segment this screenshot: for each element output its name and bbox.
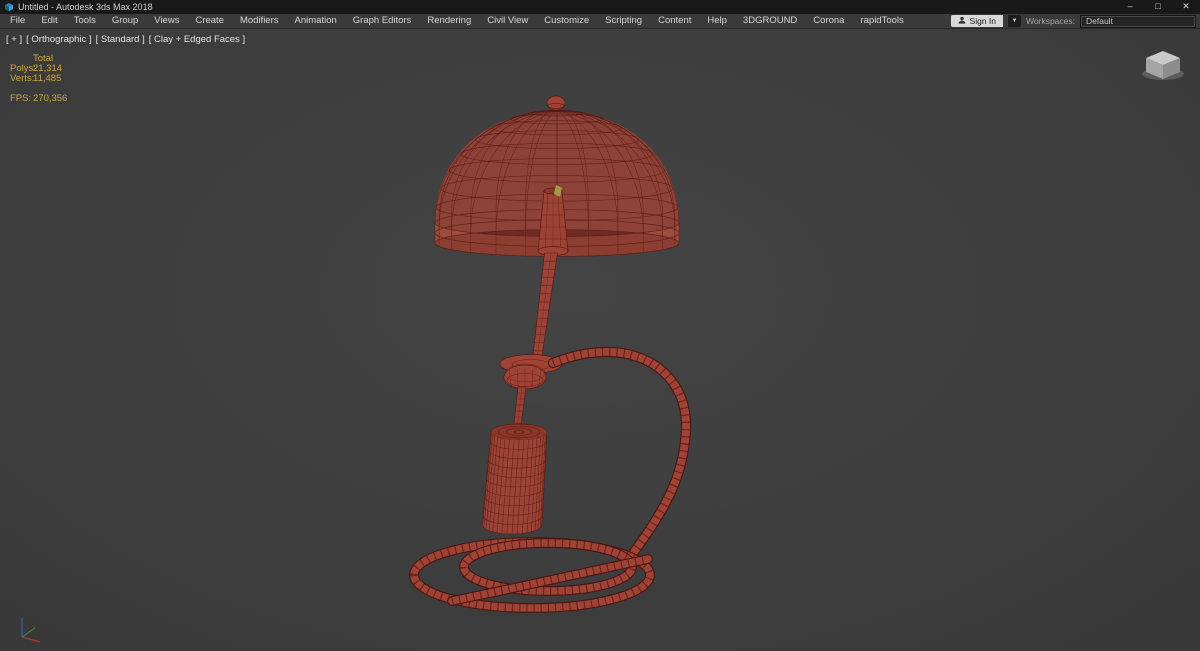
stats-verts-value: 11,485 [33, 73, 62, 84]
viewcube-icon[interactable] [1142, 51, 1184, 80]
workspace-dropdown[interactable]: Default [1080, 14, 1196, 28]
workspaces-label: Workspaces: [1026, 16, 1075, 26]
menu-item-rendering[interactable]: Rendering [419, 14, 479, 28]
stats-fps-label: FPS: [10, 93, 32, 104]
stats-verts-label: Verts: [10, 73, 35, 84]
viewport[interactable]: [ + ] [ Orthographic ] [ Standard ] [ Cl… [0, 29, 1200, 651]
menu-item-modifiers[interactable]: Modifiers [232, 14, 287, 28]
viewport-menu-plus[interactable]: [ + ] [6, 34, 22, 45]
menu-item-edit[interactable]: Edit [33, 14, 65, 28]
3dsmax-window: Untitled - Autodesk 3ds Max 2018 – □ ✕ F… [0, 0, 1200, 651]
minimize-button[interactable]: – [1116, 0, 1144, 14]
title-bar: Untitled - Autodesk 3ds Max 2018 – □ ✕ [0, 0, 1200, 14]
statistics-overlay: Total Polys: 21,314 Verts: 11,485 FPS: 270,… [10, 54, 67, 104]
menu-items: File Edit Tools Group Views Create Modifiers An… [2, 14, 912, 28]
menubar-right: Sign In ▼ Workspaces: Default [950, 14, 1200, 28]
viewport-label: [ + ] [ Orthographic ] [ Standard ] [ Cl… [6, 34, 245, 45]
menu-item-civil-view[interactable]: Civil View [479, 14, 536, 28]
window-title: Untitled - Autodesk 3ds Max 2018 [18, 2, 153, 12]
stats-fps-value: 270,356 [33, 93, 68, 104]
menu-item-file[interactable]: File [2, 14, 33, 28]
person-icon [958, 16, 966, 26]
app-icon [4, 2, 14, 12]
menu-item-views[interactable]: Views [146, 14, 187, 28]
menu-item-scripting[interactable]: Scripting [597, 14, 650, 28]
lamp-model[interactable] [409, 95, 692, 613]
menu-item-content[interactable]: Content [650, 14, 699, 28]
sign-in-label: Sign In [969, 16, 997, 26]
sign-in-button[interactable]: Sign In [950, 15, 1004, 27]
menu-item-rapidtools[interactable]: rapidTools [852, 14, 911, 28]
maximize-button[interactable]: □ [1144, 0, 1172, 14]
menu-item-tools[interactable]: Tools [66, 14, 104, 28]
menu-bar: File Edit Tools Group Views Create Modifiers An… [0, 14, 1200, 29]
menu-item-create[interactable]: Create [187, 14, 232, 28]
menu-item-animation[interactable]: Animation [287, 14, 345, 28]
window-controls: – □ ✕ [1116, 0, 1200, 14]
close-button[interactable]: ✕ [1172, 0, 1200, 14]
menu-item-customize[interactable]: Customize [536, 14, 597, 28]
workspace-value: Default [1086, 16, 1113, 26]
viewport-menu-shading[interactable]: [ Clay + Edged Faces ] [149, 34, 245, 45]
axis-tripod-icon [21, 618, 41, 643]
menu-item-corona[interactable]: Corona [805, 14, 852, 28]
menu-item-group[interactable]: Group [104, 14, 146, 28]
menu-item-help[interactable]: Help [699, 14, 735, 28]
menu-item-graph-editors[interactable]: Graph Editors [345, 14, 420, 28]
menu-item-3dground[interactable]: 3DGROUND [735, 14, 805, 28]
chevron-down-icon[interactable]: ▼ [1008, 15, 1022, 27]
viewport-menu-view[interactable]: [ Orthographic ] [26, 34, 91, 45]
viewport-menu-style[interactable]: [ Standard ] [96, 34, 145, 45]
viewport-canvas[interactable] [0, 29, 1200, 651]
